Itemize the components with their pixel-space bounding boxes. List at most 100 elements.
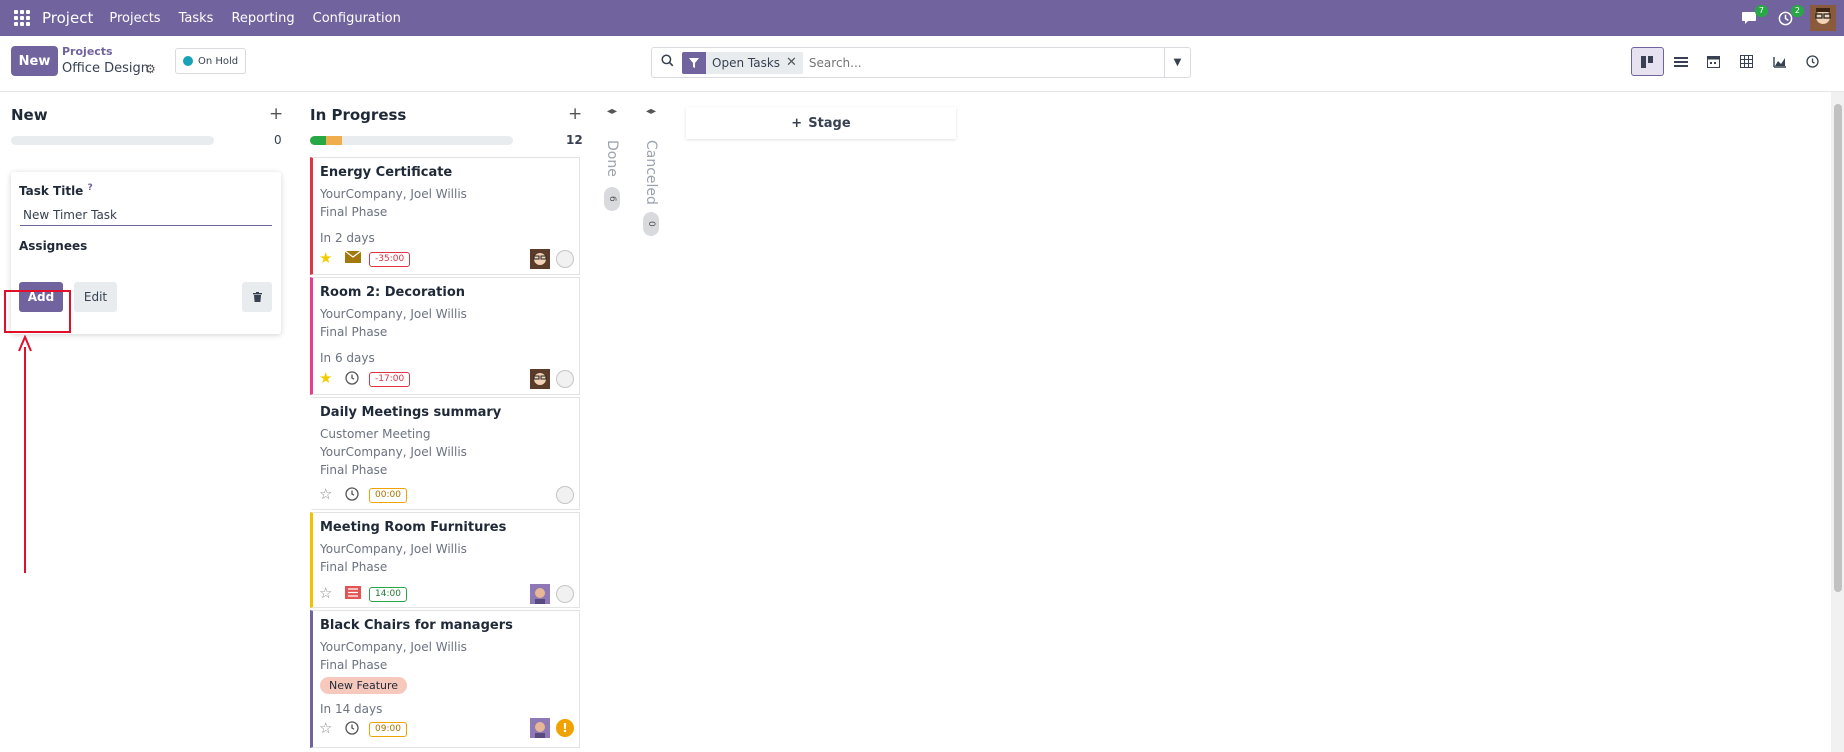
task-title-label: Task Title ? xyxy=(19,183,93,198)
warning-icon[interactable]: ! xyxy=(556,719,574,737)
search-icon[interactable] xyxy=(652,54,682,71)
column-add-plus-icon[interactable]: + xyxy=(269,104,283,124)
star-icon[interactable]: ★ xyxy=(319,371,332,386)
task-card-deadline: In 6 days xyxy=(320,351,375,365)
pivot-view-icon[interactable] xyxy=(1730,47,1763,76)
add-stage-label: Stage xyxy=(808,115,851,131)
star-outline-icon[interactable]: ☆ xyxy=(319,721,332,736)
timer-badge: -35:00 xyxy=(369,252,411,267)
menu-tasks[interactable]: Tasks xyxy=(179,11,214,26)
kanban-state-icon[interactable] xyxy=(556,370,574,388)
task-tag: New Feature xyxy=(320,677,408,694)
task-card-title: Daily Meetings summary xyxy=(320,405,502,420)
list-view-icon[interactable] xyxy=(1664,47,1697,76)
plus-icon: + xyxy=(791,115,803,131)
task-card-title: Black Chairs for managers xyxy=(320,618,513,633)
highlight-box xyxy=(4,290,71,333)
envelope-icon[interactable] xyxy=(344,250,362,267)
messages-icon[interactable]: 7 xyxy=(1738,5,1768,29)
control-panel: New Projects Office Design ⚙ On Hold Ope… xyxy=(0,36,1844,92)
graph-view-icon[interactable] xyxy=(1763,47,1796,76)
column-count: 6 xyxy=(604,187,620,211)
activity-todo-icon[interactable] xyxy=(345,586,361,603)
help-icon: ? xyxy=(87,183,93,193)
task-card-customer: YourCompany, Joel Willis xyxy=(320,307,467,321)
expand-column-icon[interactable]: ◂▸ xyxy=(646,106,656,117)
column-add-plus-icon[interactable]: + xyxy=(568,104,582,124)
search-bar: Open Tasks ✕ ▼ xyxy=(651,47,1191,78)
column-title-canceled: Canceled xyxy=(643,140,659,205)
activities-badge: 2 xyxy=(1790,5,1804,17)
search-options-chevron-icon[interactable]: ▼ xyxy=(1164,48,1190,77)
progress-orange-segment[interactable] xyxy=(326,136,343,145)
status-dot-icon xyxy=(183,56,193,66)
progress-green-segment[interactable] xyxy=(310,136,327,145)
app-menu-grid-icon[interactable] xyxy=(12,8,32,28)
clock-icon[interactable] xyxy=(345,721,359,739)
breadcrumb-projects-link[interactable]: Projects xyxy=(62,45,113,58)
menu-configuration[interactable]: Configuration xyxy=(313,11,401,26)
star-outline-icon[interactable]: ☆ xyxy=(319,586,332,601)
assignee-avatar[interactable] xyxy=(530,249,550,269)
facet-remove-icon[interactable]: ✕ xyxy=(786,55,803,70)
expand-column-icon[interactable]: ◂▸ xyxy=(607,106,617,117)
search-facet: Open Tasks ✕ xyxy=(682,51,803,74)
task-card-phase: Final Phase xyxy=(320,325,388,339)
task-card-customer: YourCompany, Joel Willis xyxy=(320,640,467,654)
assignee-avatar[interactable] xyxy=(530,369,550,389)
assignee-avatar[interactable] xyxy=(530,718,550,738)
assignees-label: Assignees xyxy=(19,239,88,253)
task-card[interactable]: Room 2: Decoration YourCompany, Joel Wil… xyxy=(310,277,580,395)
column-title-done: Done xyxy=(604,140,620,177)
new-button[interactable]: New xyxy=(11,46,58,76)
column-count: 0 xyxy=(643,212,659,236)
timer-badge: 14:00 xyxy=(369,587,407,602)
column-progress-bar[interactable] xyxy=(310,136,513,145)
breadcrumb-current: Office Design xyxy=(62,61,149,76)
add-stage-button[interactable]: + Stage xyxy=(686,107,956,139)
project-status-label: On Hold xyxy=(198,55,239,67)
star-icon[interactable]: ★ xyxy=(319,251,332,266)
messages-badge: 7 xyxy=(1754,5,1768,17)
facet-label: Open Tasks xyxy=(712,55,781,70)
task-card-phase: Final Phase xyxy=(320,205,388,219)
project-status-button[interactable]: On Hold xyxy=(175,48,247,74)
task-card-customer: YourCompany, Joel Willis xyxy=(320,187,467,201)
task-card[interactable]: Black Chairs for managers YourCompany, J… xyxy=(310,610,580,748)
kanban-state-icon[interactable] xyxy=(556,250,574,268)
view-switcher xyxy=(1631,47,1829,78)
timer-badge: 09:00 xyxy=(369,722,407,737)
edit-button[interactable]: Edit xyxy=(74,282,117,312)
task-card-phase: Final Phase xyxy=(320,658,388,672)
clock-icon[interactable] xyxy=(345,371,359,389)
kanban-state-icon[interactable] xyxy=(556,585,574,603)
kanban-state-icon[interactable] xyxy=(556,486,574,504)
clock-icon[interactable] xyxy=(345,487,359,505)
gear-icon[interactable]: ⚙ xyxy=(145,62,156,76)
kanban-board: New + 0 Task Title ? Assignees Add Edit … xyxy=(0,92,1844,752)
task-title-input[interactable] xyxy=(20,204,272,226)
user-avatar[interactable] xyxy=(1810,5,1836,31)
app-name[interactable]: Project xyxy=(42,9,93,27)
calendar-view-icon[interactable] xyxy=(1697,47,1730,76)
assignee-avatar[interactable] xyxy=(530,584,550,604)
column-count: 0 xyxy=(274,133,282,147)
task-card[interactable]: Daily Meetings summary Customer Meeting … xyxy=(310,397,580,510)
task-card-customer: YourCompany, Joel Willis xyxy=(320,542,467,556)
activities-clock-icon[interactable]: 2 xyxy=(1774,5,1804,29)
menu-reporting[interactable]: Reporting xyxy=(231,11,294,26)
task-card[interactable]: Energy Certificate YourCompany, Joel Wil… xyxy=(310,157,580,275)
vertical-scrollbar[interactable] xyxy=(1831,92,1844,752)
activity-view-icon[interactable] xyxy=(1796,47,1829,76)
search-input[interactable] xyxy=(808,55,1164,70)
star-outline-icon[interactable]: ☆ xyxy=(319,487,332,502)
folded-column-canceled[interactable]: ◂▸ Canceled 0 xyxy=(637,92,669,236)
scrollbar-thumb[interactable] xyxy=(1834,104,1842,592)
trash-icon[interactable] xyxy=(242,282,272,312)
menu-projects[interactable]: Projects xyxy=(109,11,160,26)
kanban-view-icon[interactable] xyxy=(1631,47,1664,76)
filter-icon xyxy=(682,51,706,74)
task-card[interactable]: Meeting Room Furnitures YourCompany, Joe… xyxy=(310,512,580,608)
task-card-phase: Final Phase xyxy=(320,560,388,574)
folded-column-done[interactable]: ◂▸ Done 6 xyxy=(598,92,630,222)
